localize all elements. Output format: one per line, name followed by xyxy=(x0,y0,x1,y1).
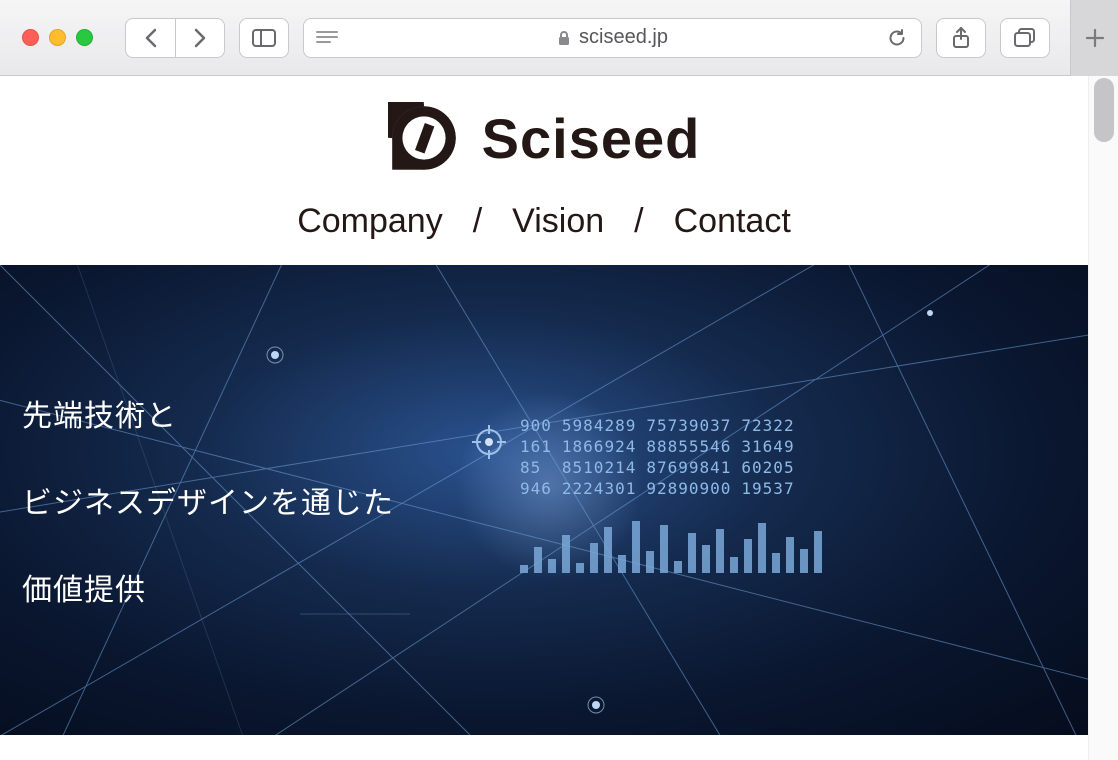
reload-button[interactable] xyxy=(887,28,907,48)
hud-row: 8585102148769984160205 xyxy=(520,457,805,478)
hud-bar xyxy=(618,555,626,573)
nav-separator: / xyxy=(473,202,482,241)
back-button[interactable] xyxy=(125,18,175,58)
plus-icon xyxy=(1085,28,1105,48)
brand-name: Sciseed xyxy=(482,106,701,171)
share-button[interactable] xyxy=(936,18,986,58)
chevron-right-icon xyxy=(193,28,207,48)
hud-bar xyxy=(534,547,542,573)
hero-line-2: ビジネスデザインを通じた xyxy=(22,482,394,525)
hud-data-table: 90059842897573903772322 1611866924888555… xyxy=(520,415,805,499)
scrollbar-thumb[interactable] xyxy=(1094,78,1114,142)
chevron-left-icon xyxy=(144,28,158,48)
window-close-button[interactable] xyxy=(22,29,39,46)
new-tab-button[interactable] xyxy=(1070,0,1118,76)
hud-bar xyxy=(688,533,696,573)
hero-copy: 先端技術と ビジネスデザインを通じた 価値提供 xyxy=(22,395,394,656)
hud-bar xyxy=(604,527,612,573)
nav-back-forward xyxy=(125,18,225,58)
window-minimize-button[interactable] xyxy=(49,29,66,46)
window-controls xyxy=(22,29,93,46)
forward-button[interactable] xyxy=(175,18,225,58)
lock-icon xyxy=(557,30,571,46)
hud-bar xyxy=(800,549,808,573)
hud-side-readout xyxy=(300,613,410,615)
hero-line-3: 価値提供 xyxy=(22,569,394,612)
tabs-icon xyxy=(1014,28,1036,48)
primary-nav: Company / Vision / Contact xyxy=(297,202,791,241)
hud-bar xyxy=(814,531,822,573)
hud-row: 16118669248885554631649 xyxy=(520,436,805,457)
hud-row: 94622243019289090019537 xyxy=(520,478,805,499)
browser-toolbar: sciseed.jp xyxy=(0,0,1118,76)
reload-icon xyxy=(887,28,907,48)
hud-bar xyxy=(590,543,598,573)
hud-row: 90059842897573903772322 xyxy=(520,415,805,436)
hero-hud-panel: 90059842897573903772322 1611866924888555… xyxy=(520,415,822,573)
hud-bar xyxy=(744,539,752,573)
hud-bar xyxy=(576,563,584,573)
target-icon xyxy=(472,425,506,459)
address-bar[interactable]: sciseed.jp xyxy=(303,18,922,58)
sidebar-icon xyxy=(252,29,276,47)
site-logo[interactable]: Sciseed xyxy=(388,102,701,174)
hud-bar xyxy=(674,561,682,573)
nav-separator: / xyxy=(634,202,643,241)
hud-bar xyxy=(520,565,528,573)
url-text: sciseed.jp xyxy=(579,26,668,49)
hud-bar xyxy=(646,551,654,573)
hud-bar xyxy=(632,521,640,573)
sidebar-toggle-button[interactable] xyxy=(239,18,289,58)
hud-bar xyxy=(772,553,780,573)
reader-icon xyxy=(316,30,338,46)
nav-link-contact[interactable]: Contact xyxy=(674,202,791,241)
hud-bar xyxy=(730,557,738,573)
hud-bar xyxy=(702,545,710,573)
hero-banner: 先端技術と ビジネスデザインを通じた 価値提供 9005984289757390… xyxy=(0,265,1088,735)
page-viewport: Sciseed Company / Vision / Contact xyxy=(0,76,1088,760)
hud-bar-chart xyxy=(520,513,822,573)
hud-bar xyxy=(758,523,766,573)
logo-mark-icon xyxy=(388,102,460,174)
hero-line-1: 先端技術と xyxy=(22,395,394,438)
tabs-overview-button[interactable] xyxy=(1000,18,1050,58)
hud-bar xyxy=(660,525,668,573)
site-header: Sciseed Company / Vision / Contact xyxy=(0,76,1088,241)
nav-link-company[interactable]: Company xyxy=(297,202,443,241)
scrollbar-track[interactable] xyxy=(1088,76,1118,760)
hud-bar xyxy=(548,559,556,573)
hud-bar xyxy=(716,529,724,573)
hud-bar xyxy=(562,535,570,573)
window-zoom-button[interactable] xyxy=(76,29,93,46)
nav-link-vision[interactable]: Vision xyxy=(512,202,604,241)
reader-mode-button[interactable] xyxy=(316,30,338,46)
share-icon xyxy=(951,27,971,49)
hud-bar xyxy=(786,537,794,573)
